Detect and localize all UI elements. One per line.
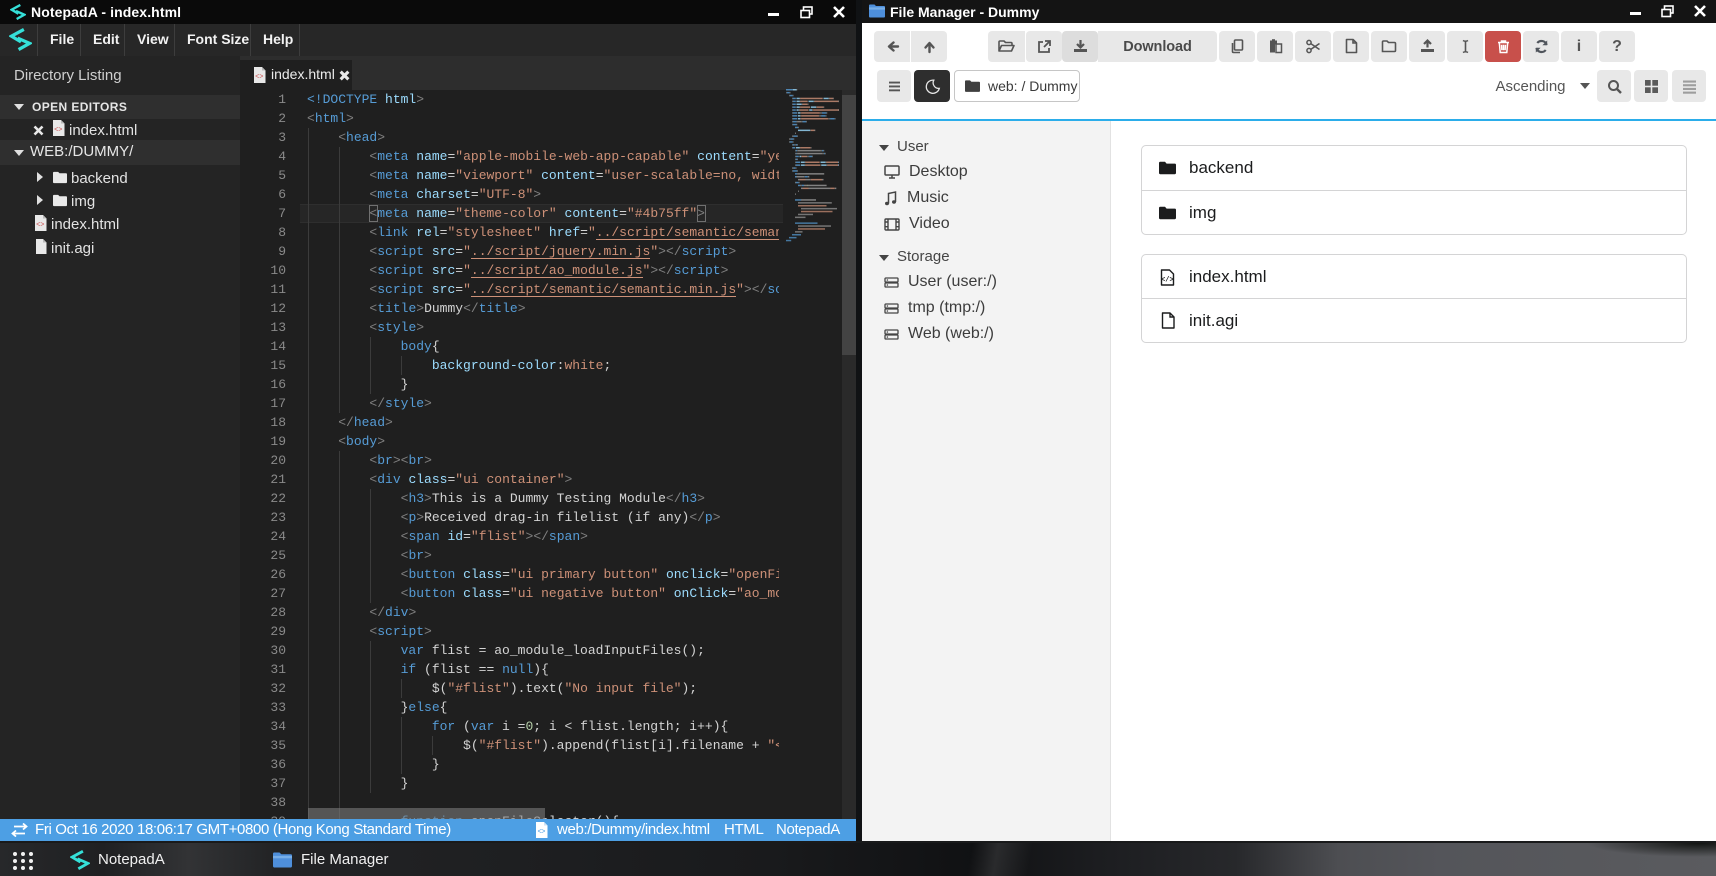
svg-text:</>: </> — [1161, 276, 1174, 284]
svg-text:<>: <> — [537, 829, 545, 837]
